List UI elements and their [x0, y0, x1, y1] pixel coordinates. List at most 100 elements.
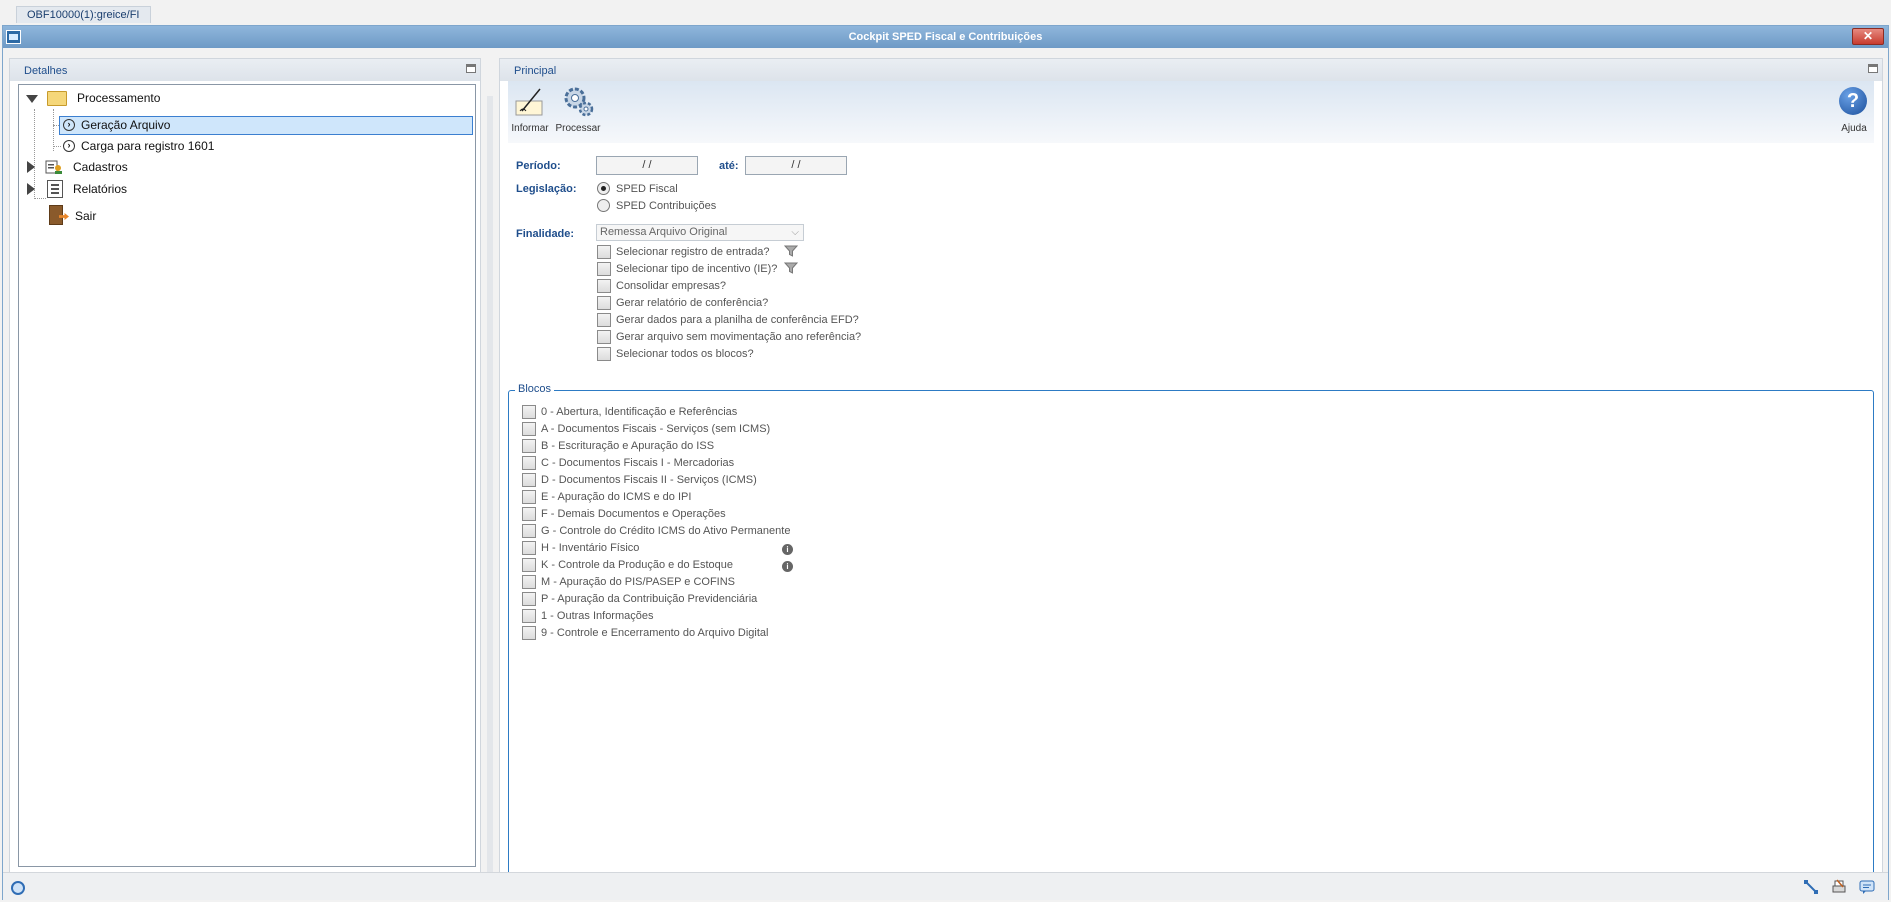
- checkbox-label: Gerar relatório de conferência?: [616, 297, 769, 309]
- pen-icon: [515, 88, 543, 116]
- periodo-end-input[interactable]: / /: [745, 156, 847, 175]
- help-icon: ?: [1839, 87, 1867, 115]
- tree-item-cadastros[interactable]: Cadastros: [23, 157, 463, 177]
- finalidade-value: Remessa Arquivo Original: [600, 226, 728, 238]
- info-icon[interactable]: i: [782, 544, 793, 555]
- ajuda-label: Ajuda: [1841, 123, 1867, 134]
- session-tab[interactable]: OBF10000(1):greice/FI: [16, 6, 151, 23]
- chevron-down-icon: ⌵: [791, 227, 799, 238]
- checkbox-label: Selecionar registro de entrada?: [616, 246, 770, 258]
- tree-item-sair[interactable]: Sair: [23, 205, 463, 226]
- minimize-icon[interactable]: [1868, 64, 1878, 73]
- radio-label: SPED Contribuições: [616, 200, 717, 212]
- expand-arrow-icon[interactable]: [27, 161, 35, 173]
- exit-door-icon: [49, 205, 63, 225]
- bloco-label: G - Controle do Crédito ICMS do Ativo Pe…: [541, 525, 791, 537]
- bloco-label: P - Apuração da Contribuição Previdenciá…: [541, 593, 758, 605]
- periodo-label: Período:: [516, 160, 561, 172]
- checkbox-bloco-9[interactable]: [522, 626, 536, 640]
- navigation-tree: Processamento › Geração Arquivo › Carga …: [18, 84, 476, 867]
- tree-label: Carga para registro 1601: [81, 139, 215, 153]
- window-icon: [6, 30, 21, 44]
- tree-label: Sair: [75, 209, 97, 223]
- checkbox-label: Consolidar empresas?: [616, 280, 727, 292]
- bloco-label: F - Demais Documentos e Operações: [541, 508, 726, 520]
- checkbox-bloco-f[interactable]: [522, 507, 536, 521]
- checkbox-sem-movimentacao[interactable]: [597, 330, 611, 344]
- details-panel-header: Detalhes: [10, 59, 480, 81]
- ate-label: até:: [719, 160, 739, 172]
- bloco-label: M - Apuração do PIS/PASEP e COFINS: [541, 576, 736, 588]
- filter-icon[interactable]: [784, 261, 798, 275]
- tree-item-geracao-arquivo[interactable]: › Geração Arquivo: [63, 115, 463, 135]
- checkbox-bloco-m[interactable]: [522, 575, 536, 589]
- minimize-icon[interactable]: [466, 64, 476, 73]
- registry-icon: [45, 160, 62, 174]
- bloco-label: K - Controle da Produção e do Estoque: [541, 559, 734, 571]
- checkbox-planilha-efd[interactable]: [597, 313, 611, 327]
- window-title: Cockpit SPED Fiscal e Contribuições: [848, 31, 1043, 43]
- processar-button[interactable]: Processar: [555, 81, 601, 141]
- periodo-start-input[interactable]: / /: [596, 156, 698, 175]
- checkbox-tipo-incentivo[interactable]: [597, 262, 611, 276]
- checkbox-bloco-a[interactable]: [522, 422, 536, 436]
- toolbar: Informar Processar ? Ajuda: [508, 81, 1874, 143]
- checkbox-bloco-g[interactable]: [522, 524, 536, 538]
- bloco-label: H - Inventário Físico: [541, 542, 640, 554]
- title-bar: Cockpit SPED Fiscal e Contribuições ✕: [3, 26, 1888, 48]
- checkbox-bloco-d[interactable]: [522, 473, 536, 487]
- main-panel: Principal Informar Processar ? Ajuda Per…: [499, 58, 1883, 896]
- gear-icon: [564, 87, 594, 117]
- checkbox-bloco-e[interactable]: [522, 490, 536, 504]
- arrow-circle-icon: ›: [63, 140, 75, 152]
- printer-icon[interactable]: [1831, 879, 1847, 895]
- details-panel-title: Detalhes: [24, 65, 68, 77]
- bloco-label: E - Apuração do ICMS e do IPI: [541, 491, 692, 503]
- tree-item-carga-registro[interactable]: › Carga para registro 1601: [63, 136, 463, 156]
- tree-item-relatorios[interactable]: Relatórios: [23, 179, 463, 199]
- tree-item-processamento[interactable]: Processamento: [23, 88, 463, 108]
- finalidade-label: Finalidade:: [516, 228, 575, 240]
- checkbox-bloco-1[interactable]: [522, 609, 536, 623]
- ajuda-button[interactable]: ? Ajuda: [1838, 81, 1868, 141]
- connection-icon[interactable]: [1803, 879, 1819, 895]
- informar-button[interactable]: Informar: [511, 81, 549, 141]
- checkbox-todos-blocos[interactable]: [597, 347, 611, 361]
- bloco-label: 9 - Controle e Encerramento do Arquivo D…: [541, 627, 769, 639]
- filter-icon[interactable]: [784, 244, 798, 258]
- checkbox-bloco-k[interactable]: [522, 558, 536, 572]
- checkbox-label: Selecionar todos os blocos?: [616, 348, 754, 360]
- finalidade-select[interactable]: Remessa Arquivo Original ⌵: [596, 224, 804, 241]
- tree-label: Relatórios: [73, 182, 128, 196]
- expand-arrow-icon[interactable]: [26, 95, 38, 103]
- tree-label: Geração Arquivo: [81, 118, 171, 132]
- checkbox-bloco-0[interactable]: [522, 405, 536, 419]
- legislacao-label: Legislação:: [516, 183, 577, 195]
- checkbox-label: Gerar dados para a planilha de conferênc…: [616, 314, 859, 326]
- radio-label: SPED Fiscal: [616, 183, 678, 195]
- checkbox-bloco-c[interactable]: [522, 456, 536, 470]
- blocos-title: Blocos: [515, 383, 555, 395]
- bloco-label: 0 - Abertura, Identificação e Referência…: [541, 406, 738, 418]
- tree-label: Processamento: [77, 91, 161, 105]
- checkbox-bloco-p[interactable]: [522, 592, 536, 606]
- checkbox-relatorio-conferencia[interactable]: [597, 296, 611, 310]
- checkbox-registro-entrada[interactable]: [597, 245, 611, 259]
- info-icon[interactable]: i: [782, 561, 793, 572]
- checkbox-label: Selecionar tipo de incentivo (IE)?: [616, 263, 778, 275]
- checkbox-bloco-h[interactable]: [522, 541, 536, 555]
- report-icon: [47, 180, 63, 198]
- checkbox-label: Gerar arquivo sem movimentação ano refer…: [616, 331, 862, 343]
- checkbox-bloco-b[interactable]: [522, 439, 536, 453]
- radio-sped-contribuicoes[interactable]: [597, 199, 610, 212]
- expand-arrow-icon[interactable]: [27, 183, 35, 195]
- radio-sped-fiscal[interactable]: [597, 182, 610, 195]
- message-icon[interactable]: [1859, 879, 1875, 895]
- bloco-label: D - Documentos Fiscais II - Serviços (IC…: [541, 474, 757, 486]
- bloco-label: A - Documentos Fiscais - Serviços (sem I…: [541, 423, 771, 435]
- tree-label: Cadastros: [73, 160, 128, 174]
- globe-icon[interactable]: [11, 881, 25, 895]
- checkbox-consolidar-empresas[interactable]: [597, 279, 611, 293]
- panel-splitter[interactable]: [487, 96, 493, 896]
- close-button[interactable]: ✕: [1852, 28, 1884, 45]
